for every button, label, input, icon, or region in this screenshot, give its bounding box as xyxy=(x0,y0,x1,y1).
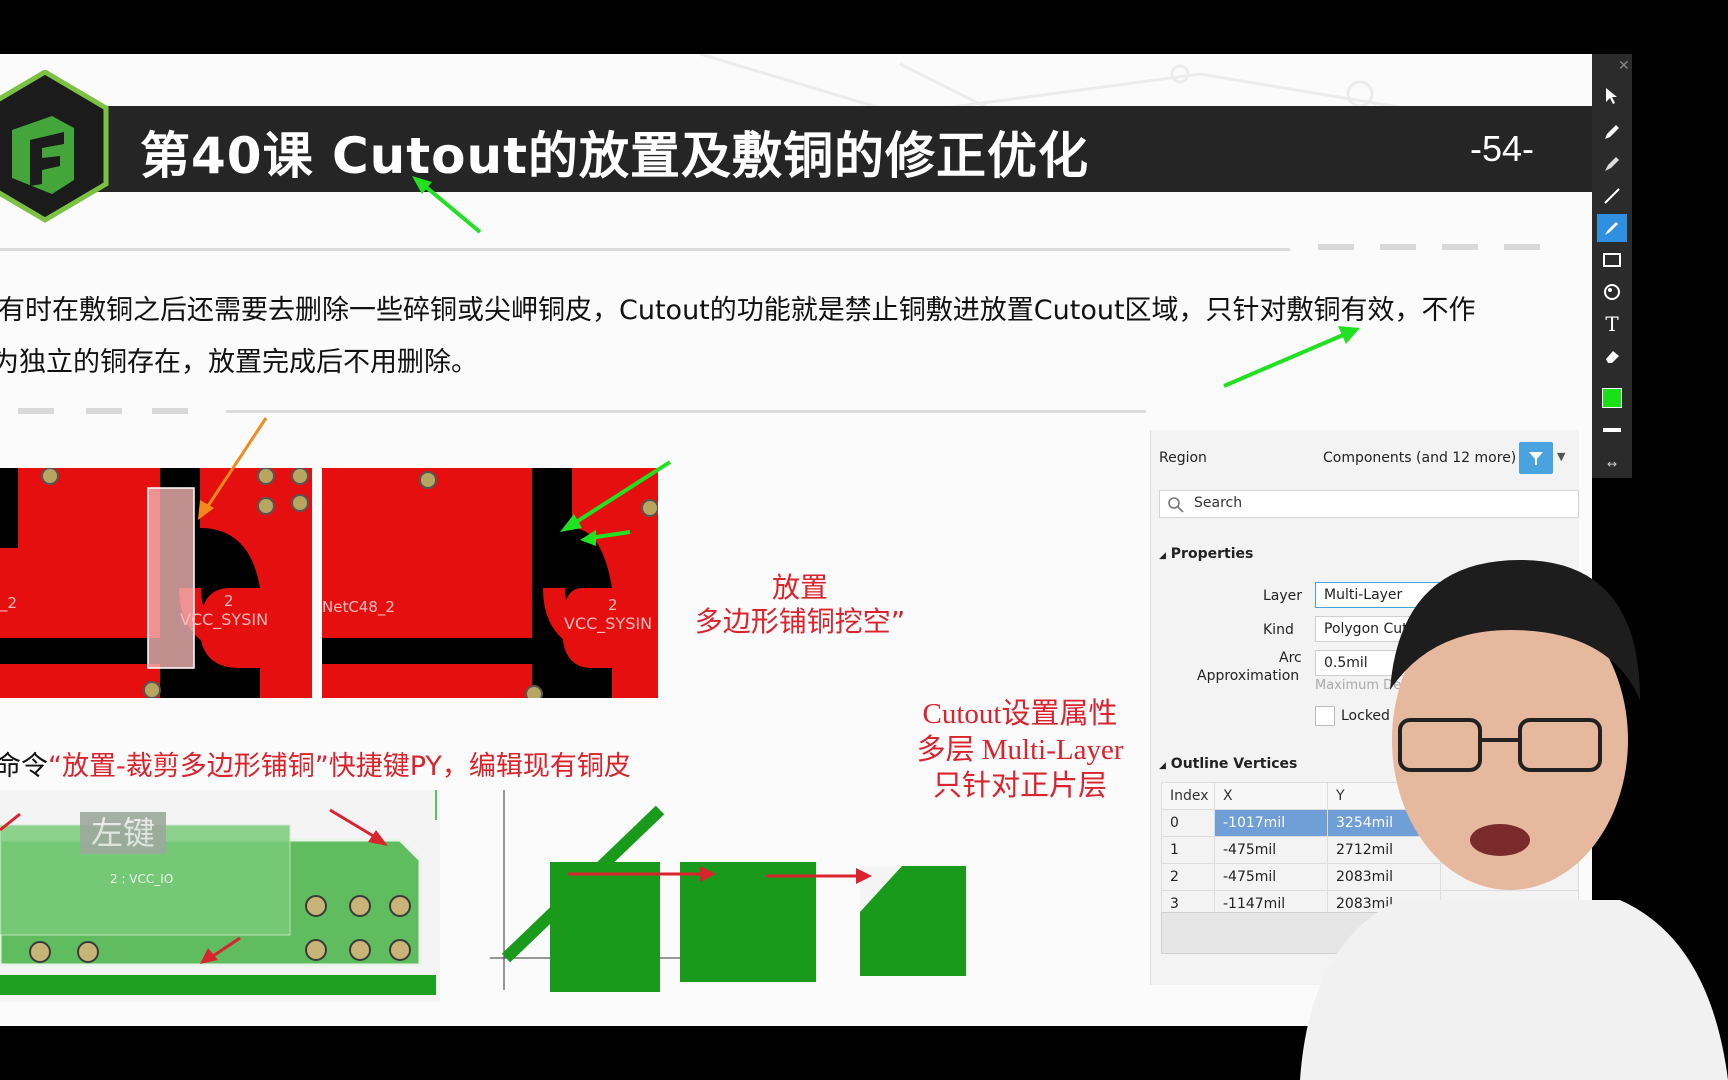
dash-deco xyxy=(1442,244,1478,250)
close-icon[interactable]: ✕ xyxy=(1618,58,1630,74)
pcb1-vcc-label: VCC_SYSIN xyxy=(180,610,269,629)
cutout-shape-diagram xyxy=(490,790,966,992)
filter-dropdown-icon[interactable]: ▼ xyxy=(1557,450,1565,463)
presenter-video xyxy=(1300,560,1728,1080)
separator-top xyxy=(0,248,1290,251)
filter-icon xyxy=(1529,452,1543,465)
pcb1-pin-label: 2 xyxy=(224,592,234,610)
green-board-net-label: 2 : VCC_IO xyxy=(110,872,174,886)
dash-deco xyxy=(1504,244,1540,250)
region-label: Region xyxy=(1159,450,1207,466)
dash-deco xyxy=(18,408,54,414)
color-swatch-green[interactable] xyxy=(1597,384,1627,412)
pcb1-net-label: _2 xyxy=(0,594,18,612)
paragraph-line-2: 为独立的铜存在，放置完成后不用删除。 xyxy=(0,347,478,378)
annotation-toolbar: ✕ T ↔ xyxy=(1592,54,1632,478)
cell-index: 2 xyxy=(1161,863,1215,891)
page-number: -54- xyxy=(1470,128,1535,169)
stroke-width-icon[interactable] xyxy=(1597,416,1627,444)
arc-approx-label: Approximation xyxy=(1197,668,1300,684)
pcb2-vcc-label: VCC_SYSIN xyxy=(564,614,653,633)
slide-title: 第40课 Cutout的放置及敷铜的修正优化 xyxy=(140,127,1090,185)
search-placeholder: Search xyxy=(1194,495,1243,511)
separator-mid xyxy=(226,410,1146,413)
pen-tool-icon[interactable] xyxy=(1597,118,1627,146)
command-red-text: “放置-裁剪多边形铺铜”快捷键PY，编辑现有铜皮 xyxy=(48,751,631,782)
cell-index: 0 xyxy=(1161,809,1215,837)
label-place-cutout: 多边形铺铜挖空” xyxy=(694,605,906,638)
col-index[interactable]: Index xyxy=(1161,782,1215,810)
outline-header-label: Outline Vertices xyxy=(1170,756,1298,772)
palette-tool-icon[interactable] xyxy=(1597,278,1627,306)
dash-deco xyxy=(1380,244,1416,250)
eraser-tool-icon[interactable] xyxy=(1597,342,1627,370)
properties-header-label: Properties xyxy=(1170,546,1254,562)
properties-section-header[interactable]: ◢ Properties xyxy=(1159,546,1253,562)
filter-button[interactable] xyxy=(1519,442,1553,474)
pointer-tool-icon[interactable] xyxy=(1597,82,1627,110)
command-prefix: 命令 xyxy=(0,751,48,782)
dash-deco xyxy=(86,408,122,414)
pcb2-pin-label: 2 xyxy=(608,596,618,614)
expand-toolbar-icon[interactable]: ↔ xyxy=(1597,450,1627,478)
search-input[interactable]: Search xyxy=(1159,490,1579,518)
green-arrow-annotation xyxy=(412,176,482,234)
outline-section-header[interactable]: ◢ Outline Vertices xyxy=(1159,756,1297,772)
rectangle-tool-icon[interactable] xyxy=(1597,246,1627,274)
dash-deco xyxy=(1318,244,1354,250)
green-pcb-screenshot xyxy=(0,790,440,1002)
line-tool-icon[interactable] xyxy=(1597,182,1627,210)
course-logo xyxy=(0,70,109,223)
search-icon xyxy=(1168,497,1184,513)
command-line: 命令“放置-裁剪多边形铺铜”快捷键PY，编辑现有铜皮 xyxy=(0,744,631,783)
left-key-tooltip: 左键 xyxy=(80,812,166,854)
highlighter-tool-icon[interactable] xyxy=(1597,214,1627,242)
orange-arrow-annotation xyxy=(198,417,268,520)
marker-tool-icon[interactable] xyxy=(1597,150,1627,178)
pcb2-net-label: NetC48_2 xyxy=(322,598,395,616)
green-arrow-annotation xyxy=(1223,326,1360,388)
dash-deco xyxy=(152,408,188,414)
green-arrow-annotation xyxy=(560,460,672,546)
collapse-icon: ◢ xyxy=(1159,761,1166,771)
collapse-icon: ◢ xyxy=(1159,551,1166,561)
text-tool-icon[interactable]: T xyxy=(1597,310,1627,338)
cell-index: 1 xyxy=(1161,836,1215,864)
filter-summary[interactable]: Components (and 12 more) xyxy=(1323,450,1516,466)
